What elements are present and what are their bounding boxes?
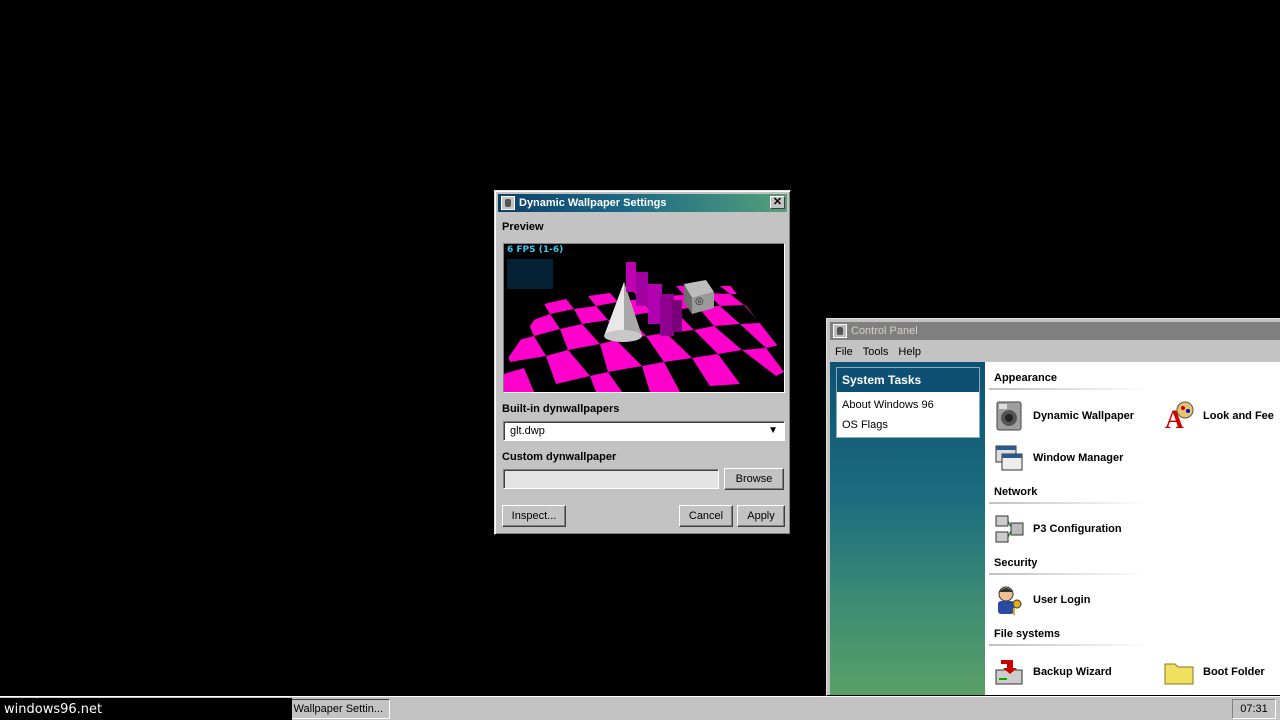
control-panel-app-icon [833, 324, 847, 338]
section-divider [989, 644, 1149, 646]
custom-dynwallpaper-input[interactable] [503, 469, 719, 489]
applet-boot-folder[interactable]: Boot Folder [1163, 656, 1265, 688]
section-security: Security [994, 557, 1038, 569]
applet-p3-configuration[interactable]: P3 Configuration [993, 513, 1122, 545]
browse-button[interactable]: Browse [724, 468, 784, 490]
cp-window-title: Control Panel [851, 325, 918, 337]
system-tasks-header: System Tasks [837, 368, 979, 392]
builtin-dynwallpaper-select[interactable]: glt.dwp ▼ [503, 421, 785, 441]
dynamic-wallpaper-settings-window: Dynamic Wallpaper Settings ✕ Preview ◎ 6… [494, 190, 791, 535]
menu-help[interactable]: Help [893, 346, 926, 358]
cp-task-pane: System Tasks About Windows 96 OS Flags [830, 362, 985, 695]
network-computers-icon [993, 513, 1025, 545]
window-stack-icon [993, 442, 1025, 474]
chevron-down-icon[interactable]: ▼ [768, 425, 778, 436]
section-divider [989, 502, 1149, 504]
applet-dynamic-wallpaper[interactable]: Dynamic Wallpaper [993, 400, 1134, 432]
status-url-overlay: windows96.net [0, 698, 292, 720]
section-divider [989, 573, 1149, 575]
applet-window-manager[interactable]: Window Manager [993, 442, 1123, 474]
cp-menubar: File Tools Help [830, 343, 926, 361]
section-network: Network [994, 486, 1038, 498]
backup-drive-icon [993, 656, 1025, 688]
dw-window-title: Dynamic Wallpaper Settings [519, 197, 667, 209]
builtin-dynwallpapers-label: Built-in dynwallpapers [502, 403, 620, 415]
taskbar: Dynamic Wallpaper Settin... windows96.ne… [0, 696, 1280, 720]
applet-user-login[interactable]: User Login [993, 584, 1090, 616]
close-button[interactable]: ✕ [770, 196, 785, 209]
fps-counter: 6 FPS (1-6) [507, 245, 564, 255]
taskbar-clock: 07:31 [1232, 699, 1276, 719]
preview-3d-scene: ◎ [504, 259, 784, 392]
menu-tools[interactable]: Tools [858, 346, 894, 358]
speaker-app-icon [501, 196, 515, 210]
user-key-icon [993, 584, 1025, 616]
preview-label: Preview [502, 221, 544, 233]
folder-icon [1163, 656, 1195, 688]
close-icon: ✕ [772, 196, 783, 208]
inspect-button[interactable]: Inspect... [502, 505, 566, 527]
paint-palette-icon: A [1163, 400, 1195, 434]
cancel-button[interactable]: Cancel [679, 505, 733, 527]
applet-backup-wizard[interactable]: Backup Wizard [993, 656, 1112, 688]
system-tasks-panel: System Tasks About Windows 96 OS Flags [836, 367, 980, 438]
custom-dynwallpaper-label: Custom dynwallpaper [502, 451, 617, 463]
task-about-windows-96[interactable]: About Windows 96 [837, 395, 979, 415]
control-panel-window: Control Panel File Tools Help System Tas… [826, 318, 1280, 696]
speaker-wallpaper-icon [993, 400, 1025, 432]
cp-applet-list: Appearance Dynamic Wallpaper A Look and … [985, 362, 1280, 695]
menu-file[interactable]: File [830, 346, 858, 358]
cp-titlebar[interactable]: Control Panel [830, 322, 1280, 340]
applet-look-and-feel[interactable]: A Look and Fee [1163, 400, 1274, 434]
dw-titlebar[interactable]: Dynamic Wallpaper Settings ✕ [498, 194, 787, 212]
section-appearance: Appearance [994, 372, 1057, 384]
builtin-selected-value: glt.dwp [510, 425, 545, 437]
section-divider [989, 388, 1149, 390]
task-os-flags[interactable]: OS Flags [837, 415, 979, 435]
wallpaper-preview: ◎ 6 FPS (1-6) [503, 243, 785, 393]
svg-text:◎: ◎ [695, 296, 704, 307]
apply-button[interactable]: Apply [737, 505, 785, 527]
section-file-systems: File systems [994, 628, 1061, 640]
